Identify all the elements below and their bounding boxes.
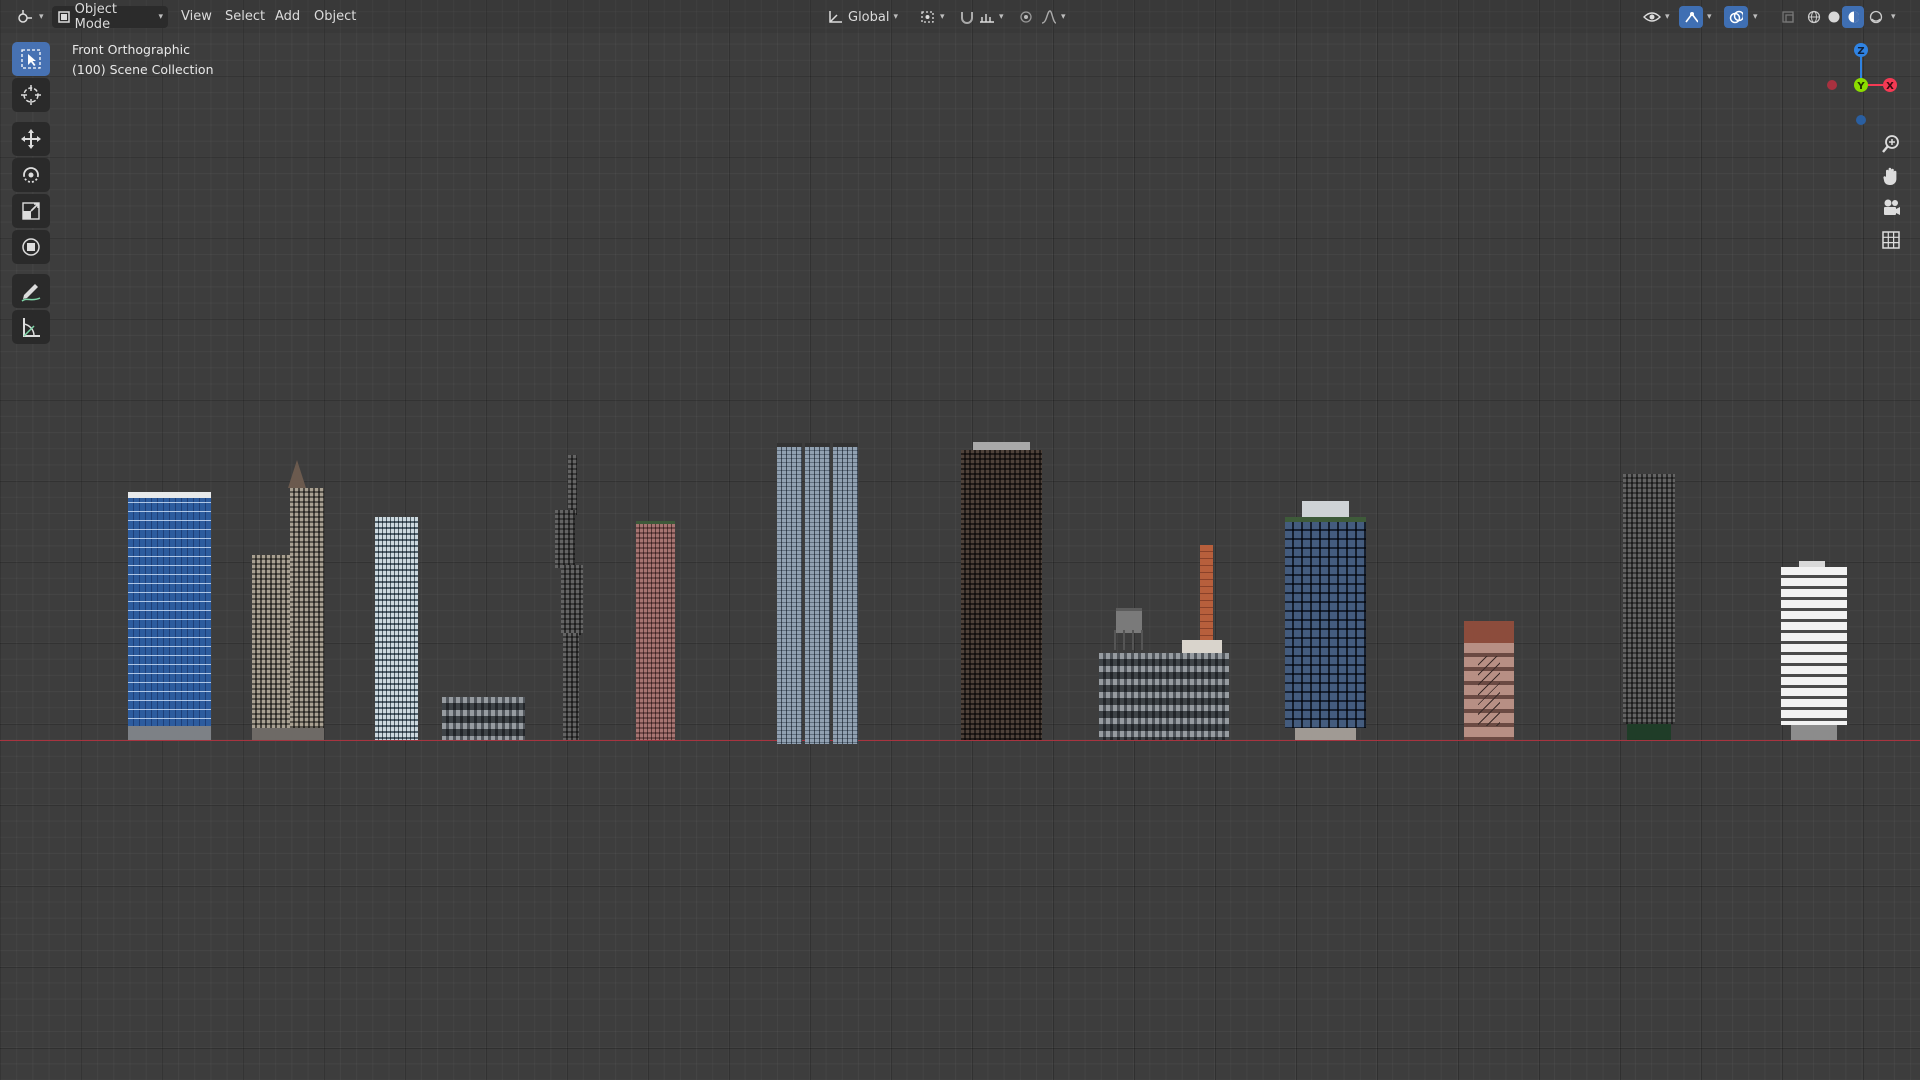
falloff-curve-icon	[1041, 10, 1057, 24]
zoom-icon	[1882, 135, 1899, 153]
object-mode-icon	[58, 11, 70, 23]
transform-icon	[22, 238, 40, 256]
building-jenga-tower[interactable]	[553, 455, 583, 740]
grid-icon	[1882, 231, 1900, 249]
building-brick-walkup[interactable]	[1464, 621, 1514, 740]
orientation-label: Global	[848, 9, 890, 25]
magnet-icon	[961, 12, 973, 24]
chevron-down-icon: ▾	[1891, 12, 1896, 22]
axis-z-label: Z	[1857, 46, 1864, 57]
chevron-down-icon: ▾	[1753, 12, 1758, 22]
menu-view[interactable]: View	[174, 6, 219, 28]
navigation-gizmo-area: Z Y X	[1800, 36, 1920, 276]
building-low-rise[interactable]	[442, 697, 525, 740]
tool-scale[interactable]	[12, 194, 50, 228]
scale-icon	[22, 202, 40, 220]
snap-increment-icon	[980, 14, 994, 23]
annotate-icon	[21, 284, 41, 302]
gizmo-toggle[interactable]	[1679, 6, 1703, 28]
axis-x-label: X	[1886, 81, 1894, 92]
pan-hand-icon	[1883, 167, 1897, 185]
eye-icon	[1643, 12, 1661, 22]
axis-gizmo[interactable]: Z Y X	[1800, 36, 1920, 136]
ortho-toggle-button[interactable]	[1876, 226, 1906, 254]
move-icon	[21, 129, 41, 149]
overlays-dropdown[interactable]: ▾	[1748, 6, 1763, 28]
gizmo-dropdown[interactable]: ▾	[1702, 6, 1717, 28]
collection-name: (100) Scene Collection	[72, 61, 214, 77]
building-white-bands[interactable]	[1781, 561, 1847, 740]
pan-button[interactable]	[1876, 162, 1906, 190]
editor-type-button[interactable]: ▾	[10, 6, 49, 28]
measure-icon	[23, 318, 40, 337]
chevron-down-icon: ▾	[999, 12, 1004, 22]
chevron-down-icon: ▾	[1665, 12, 1670, 22]
viewport-header: ▾ Object Mode ▾ View Select Add Object G…	[0, 0, 1920, 33]
building-blue-tower[interactable]	[128, 492, 211, 740]
cursor-icon	[21, 85, 41, 105]
pivot-dropdown[interactable]: ▾	[915, 6, 950, 28]
axis-neg-x-dot	[1827, 80, 1837, 90]
proportional-edit-icon	[1020, 11, 1032, 23]
orientation-dropdown[interactable]: Global ▾	[823, 6, 911, 28]
xray-toggle[interactable]	[1776, 6, 1800, 28]
camera-view-button[interactable]	[1876, 194, 1906, 222]
tool-move[interactable]	[12, 122, 50, 156]
falloff-dropdown[interactable]: ▾	[1036, 6, 1071, 28]
building-concrete-tower[interactable]	[1623, 474, 1675, 740]
chevron-down-icon: ▾	[1707, 12, 1712, 22]
tool-transform[interactable]	[12, 230, 50, 264]
view-name: Front Orthographic	[72, 42, 190, 57]
building-brown-tower[interactable]	[961, 442, 1042, 740]
building-art-deco[interactable]	[252, 460, 324, 740]
camera-icon	[1884, 199, 1900, 215]
shading-dropdown[interactable]: ▾	[1886, 6, 1901, 28]
building-factory[interactable]	[1099, 545, 1229, 740]
axis-y-label: Y	[1856, 81, 1865, 92]
tool-rotate[interactable]	[12, 158, 50, 192]
building-pink-tower[interactable]	[636, 521, 675, 740]
material-sphere-icon	[1848, 11, 1859, 23]
overlays-toggle[interactable]	[1724, 6, 1748, 28]
editor-type-icon	[18, 10, 32, 23]
tool-cursor[interactable]	[12, 78, 50, 112]
mode-label: Object Mode	[74, 2, 117, 32]
menu-object[interactable]: Object	[307, 6, 363, 28]
chevron-down-icon: ▾	[1061, 12, 1066, 22]
chevron-down-icon: ▾	[39, 12, 44, 22]
tool-annotate[interactable]	[12, 274, 50, 308]
rendered-sphere-icon	[1869, 10, 1883, 24]
xray-icon	[1782, 11, 1794, 23]
x-axis-line	[0, 740, 1920, 741]
menu-add[interactable]: Add	[268, 6, 307, 28]
chevron-down-icon: ▾	[158, 12, 163, 22]
building-twin-towers[interactable]	[777, 443, 858, 744]
overlays-icon	[1729, 10, 1743, 24]
chevron-down-icon: ▾	[893, 12, 899, 22]
gizmo-icon	[1685, 12, 1698, 23]
solid-sphere-icon	[1828, 11, 1840, 23]
shading-rendered[interactable]	[1864, 6, 1888, 28]
axis-neg-z-dot	[1856, 115, 1866, 125]
tool-shelf	[12, 40, 52, 346]
zoom-button[interactable]	[1876, 130, 1906, 158]
rotate-icon	[23, 167, 39, 183]
select-box-icon	[21, 49, 41, 69]
proportional-edit-toggle[interactable]	[1014, 6, 1038, 28]
mode-dropdown[interactable]: Object Mode ▾	[52, 2, 168, 32]
tool-measure[interactable]	[12, 310, 50, 344]
building-slim-glass[interactable]	[375, 517, 418, 740]
snap-target-dropdown[interactable]: ▾	[974, 6, 1009, 28]
chevron-down-icon: ▾	[940, 12, 945, 22]
wireframe-sphere-icon	[1807, 10, 1821, 24]
building-slate-tower[interactable]	[1285, 501, 1366, 740]
visibility-dropdown[interactable]: ▾	[1638, 6, 1675, 28]
shading-material[interactable]	[1842, 6, 1864, 28]
orientation-axes-icon	[829, 11, 842, 23]
menu-select[interactable]: Select	[218, 6, 272, 28]
viewport-info: Front Orthographic (100) Scene Collectio…	[72, 40, 214, 79]
pivot-point-icon	[921, 11, 934, 23]
tool-select-box[interactable]	[12, 42, 50, 76]
